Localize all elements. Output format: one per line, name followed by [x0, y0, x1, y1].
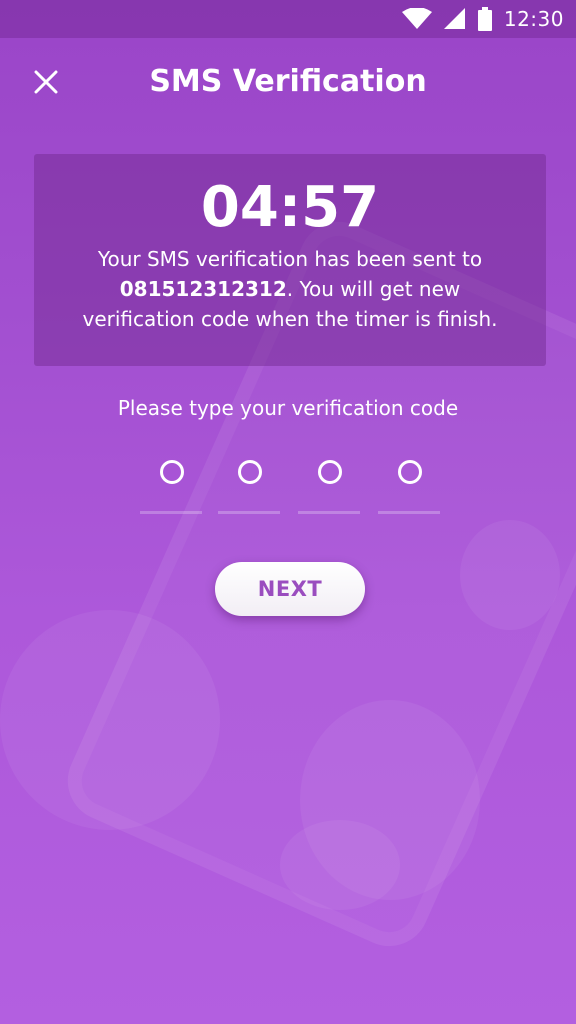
status-time: 12:30 — [503, 7, 564, 31]
empty-digit-icon — [160, 460, 184, 484]
verification-code-input — [140, 452, 442, 516]
digit-underline — [140, 511, 202, 514]
phone-number: 081512312312 — [119, 277, 287, 301]
code-digit-4[interactable] — [378, 452, 440, 514]
countdown-timer: 04:57 — [200, 175, 380, 240]
code-digit-3[interactable] — [298, 452, 360, 514]
app-header: SMS Verification — [0, 46, 576, 122]
wifi-icon — [401, 8, 432, 30]
empty-digit-icon — [238, 460, 262, 484]
cellular-signal-icon — [443, 8, 466, 30]
background-hand-shape — [300, 700, 480, 900]
code-prompt: Please type your verification code — [117, 396, 459, 420]
background-thumb-shape — [460, 520, 560, 630]
digit-underline — [218, 511, 280, 514]
timer-card: 04:57 Your SMS verification has been sen… — [34, 154, 546, 366]
code-digit-2[interactable] — [218, 452, 280, 514]
background-hand-shape — [0, 610, 220, 830]
timer-message: Your SMS verification has been sent to 0… — [64, 244, 516, 334]
digit-underline — [298, 511, 360, 514]
empty-digit-icon — [398, 460, 422, 484]
timer-message-prefix: Your SMS verification has been sent to — [97, 247, 483, 271]
next-button[interactable]: NEXT — [215, 562, 365, 616]
battery-icon — [477, 7, 492, 31]
status-bar: 12:30 — [0, 0, 576, 38]
code-digit-1[interactable] — [140, 452, 202, 514]
background-finger-shape — [280, 820, 400, 910]
empty-digit-icon — [318, 460, 342, 484]
digit-underline — [378, 511, 440, 514]
page-title: SMS Verification — [149, 64, 427, 99]
